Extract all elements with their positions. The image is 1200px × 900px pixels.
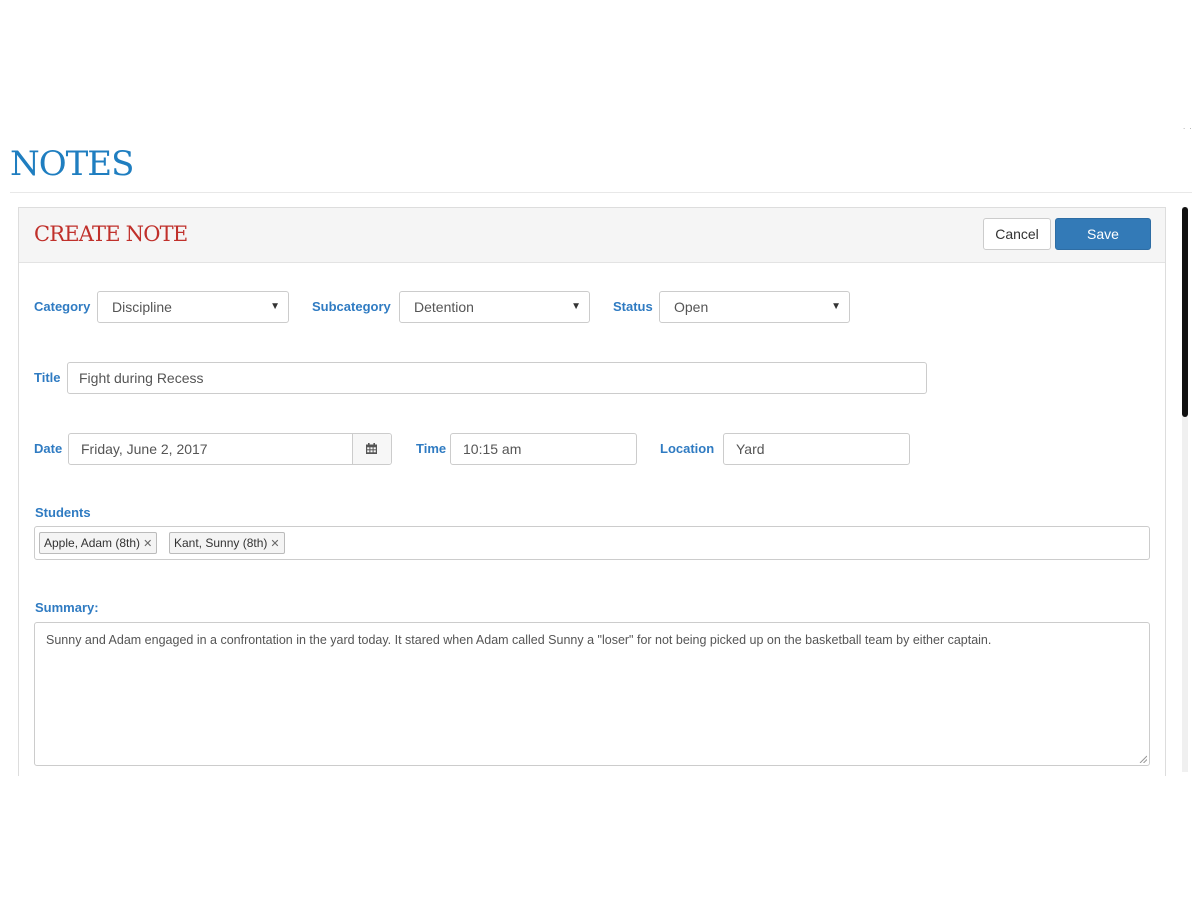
student-tag-label: Kant, Sunny (8th) [174,536,268,550]
time-label: Time [416,441,447,456]
title-input[interactable]: Fight during Recess [67,362,927,394]
students-label: Students [35,505,91,520]
time-input[interactable]: 10:15 am [450,433,637,465]
scrollbar-thumb[interactable] [1182,207,1188,417]
summary-textarea[interactable]: Sunny and Adam engaged in a confrontatio… [34,622,1150,766]
date-picker-button[interactable] [352,434,391,464]
panel-title: CREATE NOTE [34,222,188,246]
student-tag: Apple, Adam (8th) ✕ [39,532,158,554]
calendar-icon [366,443,377,454]
category-label: Category [34,299,91,314]
subcategory-label: Subcategory [312,299,391,314]
notes-page: NOTES . . CREATE NOTE Cancel Save Catego… [0,0,1200,900]
students-input[interactable]: Apple, Adam (8th) ✕ Kant, Sunny (8th) ✕ [34,526,1150,560]
title-label: Title [34,370,61,385]
location-input-value: Yard [736,441,765,457]
subcategory-value: Detention [414,299,474,315]
scrollbar[interactable] [1182,207,1188,772]
caret-down-icon: ▼ [831,301,841,312]
close-icon[interactable]: ✕ [143,538,152,550]
page-title: NOTES [10,144,134,184]
create-note-panel: CREATE NOTE Cancel Save Category Discipl… [18,207,1166,776]
panel-header: CREATE NOTE Cancel Save [19,208,1165,263]
title-divider [10,192,1192,193]
caret-down-icon: ▼ [270,301,280,312]
cancel-button[interactable]: Cancel [983,218,1051,250]
save-button[interactable]: Save [1055,218,1151,250]
time-input-value: 10:15 am [463,441,522,457]
caret-down-icon: ▼ [571,301,581,312]
title-input-value: Fight during Recess [79,370,204,386]
corner-dots: . . [1183,122,1193,131]
status-value: Open [674,299,709,315]
resize-grip-icon[interactable] [1139,755,1147,763]
summary-text: Sunny and Adam engaged in a confrontatio… [46,633,992,647]
student-tag: Kant, Sunny (8th) ✕ [169,532,285,554]
date-input-value: Friday, June 2, 2017 [81,441,208,457]
date-input[interactable]: Friday, June 2, 2017 [68,433,392,465]
location-label: Location [660,441,715,456]
status-label: Status [613,299,653,314]
subcategory-select[interactable]: Detention ▼ [399,291,590,323]
date-label: Date [34,441,63,456]
category-select[interactable]: Discipline ▼ [97,291,289,323]
category-value: Discipline [112,299,172,315]
student-tag-label: Apple, Adam (8th) [44,536,141,550]
location-input[interactable]: Yard [723,433,910,465]
status-select[interactable]: Open ▼ [659,291,850,323]
summary-label: Summary: [35,600,99,615]
close-icon[interactable]: ✕ [270,538,279,550]
